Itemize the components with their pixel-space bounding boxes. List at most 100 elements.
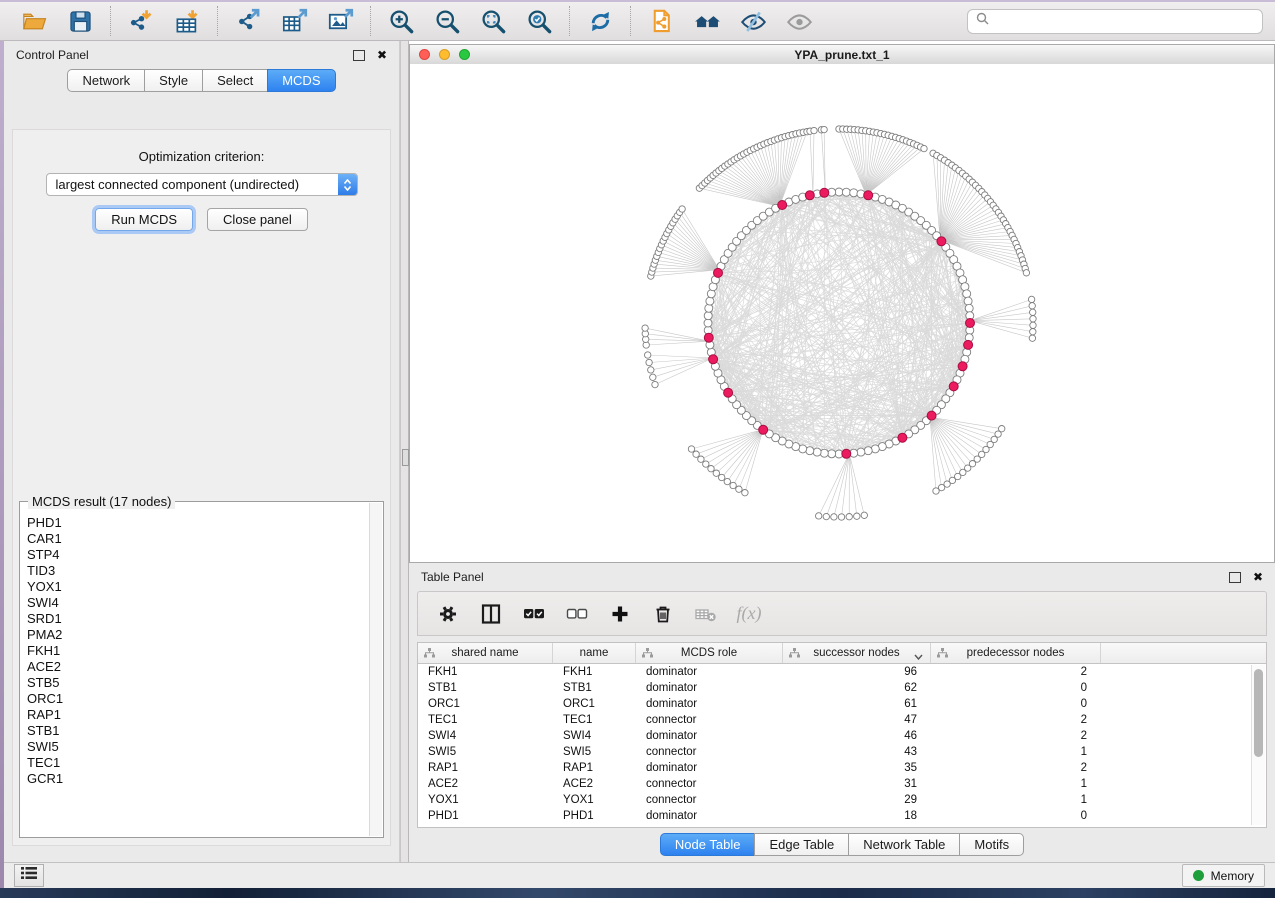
export-network-icon[interactable] [233, 6, 263, 36]
delete-column-icon[interactable] [650, 601, 676, 627]
network-canvas[interactable] [410, 64, 1274, 562]
cell-successor-nodes: 96 [783, 664, 931, 680]
zoom-out-icon[interactable] [432, 6, 462, 36]
table-panel-title: Table Panel [421, 570, 484, 584]
select-all-icon[interactable] [521, 601, 547, 627]
tab-mcds[interactable]: MCDS [267, 69, 335, 92]
tab-edge-table[interactable]: Edge Table [754, 833, 849, 856]
column-header-name[interactable]: name [553, 643, 636, 663]
zoom-window-icon[interactable] [459, 49, 470, 60]
table-row[interactable]: ACE2ACE2connector311 [418, 776, 1266, 792]
result-node[interactable]: STB5 [27, 675, 369, 691]
open-file-icon[interactable] [19, 6, 49, 36]
table-row[interactable]: STB1STB1dominator620 [418, 680, 1266, 696]
cell-name: YOX1 [553, 792, 636, 808]
result-node[interactable]: SWI4 [27, 595, 369, 611]
result-node[interactable]: RAP1 [27, 707, 369, 723]
search-input[interactable] [995, 11, 1262, 31]
result-node[interactable]: GCR1 [27, 771, 369, 787]
cell-filler [1101, 792, 1266, 808]
zoom-fit-icon[interactable] [478, 6, 508, 36]
criterion-dropdown[interactable]: largest connected component (undirected) [46, 173, 358, 196]
search-box[interactable] [967, 9, 1263, 34]
table-row[interactable]: ORC1ORC1dominator610 [418, 696, 1266, 712]
table-row[interactable]: SWI4SWI4dominator462 [418, 728, 1266, 744]
column-header-MCDS-role[interactable]: MCDS role [636, 643, 783, 663]
zoom-in-icon[interactable] [386, 6, 416, 36]
deselect-all-icon[interactable] [564, 601, 590, 627]
show-all-icon[interactable] [784, 6, 814, 36]
minimize-window-icon[interactable] [439, 49, 450, 60]
close-window-icon[interactable] [419, 49, 430, 60]
control-panel-titlebar: Control Panel ✖ [4, 41, 399, 69]
column-header-shared-name[interactable]: shared name [418, 643, 553, 663]
tab-network-table[interactable]: Network Table [848, 833, 960, 856]
tab-node-table[interactable]: Node Table [660, 833, 756, 856]
save-icon[interactable] [65, 6, 95, 36]
result-node[interactable]: FKH1 [27, 643, 369, 659]
task-list-icon [21, 866, 37, 885]
panel-splitter[interactable] [400, 41, 409, 862]
tab-motifs[interactable]: Motifs [959, 833, 1024, 856]
scrollbar-thumb[interactable] [1254, 669, 1263, 757]
close-table-panel-icon[interactable]: ✖ [1253, 571, 1263, 583]
column-header-successor-nodes[interactable]: successor nodes [783, 643, 931, 663]
column-header-predecessor-nodes[interactable]: predecessor nodes [931, 643, 1101, 663]
float-panel-icon[interactable] [353, 50, 365, 61]
table-row[interactable]: YOX1YOX1connector291 [418, 792, 1266, 808]
result-node[interactable]: PMA2 [27, 627, 369, 643]
result-scrollbar[interactable] [369, 503, 382, 836]
result-node[interactable]: SWI5 [27, 739, 369, 755]
export-image-icon[interactable] [325, 6, 355, 36]
tab-select[interactable]: Select [202, 69, 268, 92]
function-builder-icon[interactable]: f(x) [736, 601, 762, 627]
cell-MCDS-role: dominator [636, 680, 783, 696]
mcds-result-list[interactable]: PHD1CAR1STP4TID3YOX1SWI4SRD1PMA2FKH1ACE2… [21, 503, 369, 836]
refresh-view-icon[interactable] [585, 6, 615, 36]
gear-icon[interactable] [435, 601, 461, 627]
tab-style[interactable]: Style [144, 69, 203, 92]
result-node[interactable]: TEC1 [27, 755, 369, 771]
result-node[interactable]: STB1 [27, 723, 369, 739]
table-row[interactable]: PHD1PHD1dominator180 [418, 808, 1266, 824]
cell-shared-name: SWI4 [418, 728, 553, 744]
table-row[interactable]: SWI5SWI5connector431 [418, 744, 1266, 760]
cell-name: STB1 [553, 680, 636, 696]
result-node[interactable]: YOX1 [27, 579, 369, 595]
zoom-selected-icon[interactable] [524, 6, 554, 36]
table-row[interactable]: RAP1RAP1dominator352 [418, 760, 1266, 776]
table-row[interactable]: TEC1TEC1connector472 [418, 712, 1266, 728]
result-node[interactable]: TID3 [27, 563, 369, 579]
show-columns-icon[interactable] [478, 601, 504, 627]
network-view-titlebar[interactable]: YPA_prune.txt_1 [410, 45, 1274, 65]
first-neighbors-icon[interactable] [692, 6, 722, 36]
result-node[interactable]: ORC1 [27, 691, 369, 707]
delete-table-icon[interactable] [693, 601, 719, 627]
table-row[interactable]: FKH1FKH1dominator962 [418, 664, 1266, 680]
float-table-panel-icon[interactable] [1229, 572, 1241, 583]
memory-button[interactable]: Memory [1182, 864, 1265, 887]
close-panel-icon[interactable]: ✖ [377, 49, 387, 61]
add-column-icon[interactable] [607, 601, 633, 627]
network-graph[interactable] [410, 64, 1274, 562]
import-table-icon[interactable] [172, 6, 202, 36]
cell-filler [1101, 680, 1266, 696]
close-panel-button[interactable]: Close panel [207, 208, 308, 231]
control-panel-tabs: NetworkStyleSelectMCDS [4, 69, 399, 92]
import-network-icon[interactable] [126, 6, 156, 36]
result-node[interactable]: STP4 [27, 547, 369, 563]
result-node[interactable]: CAR1 [27, 531, 369, 547]
splitter-handle-icon[interactable] [402, 449, 409, 466]
table-scrollbar[interactable] [1251, 665, 1265, 825]
task-history-button[interactable] [14, 864, 44, 887]
result-node[interactable]: ACE2 [27, 659, 369, 675]
result-node[interactable]: PHD1 [27, 515, 369, 531]
sort-desc-icon[interactable] [914, 651, 923, 663]
export-table-icon[interactable] [279, 6, 309, 36]
tab-network[interactable]: Network [67, 69, 145, 92]
mcds-result-box: MCDS result (17 nodes) PHD1CAR1STP4TID3Y… [19, 501, 384, 838]
run-mcds-button[interactable]: Run MCDS [95, 208, 193, 231]
result-node[interactable]: SRD1 [27, 611, 369, 627]
hide-selected-icon[interactable] [738, 6, 768, 36]
open-session-share-icon[interactable] [646, 6, 676, 36]
